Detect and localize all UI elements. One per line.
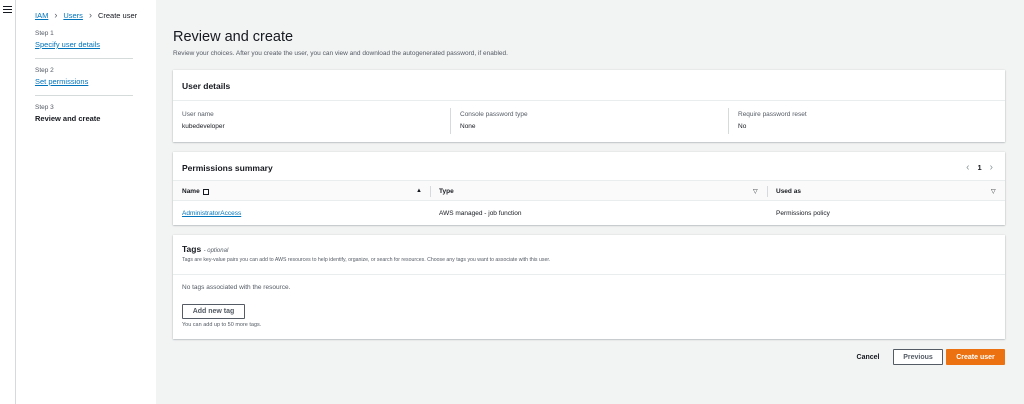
tags-heading-label: Tags	[182, 244, 202, 254]
column-header-label: Name	[182, 188, 200, 195]
user-details-card: User details User name kubedeveloper Con…	[173, 70, 1005, 142]
wizard-step-2: Step 2 Set permissions	[35, 67, 135, 86]
column-header-label: Used as	[776, 188, 801, 195]
field-label-console-password-type: Console password type	[460, 111, 528, 118]
external-link-icon	[202, 188, 209, 195]
column-header-name[interactable]: Name	[173, 181, 429, 202]
wizard-sidebar	[16, 0, 156, 404]
tags-empty-message: No tags associated with the resource.	[182, 284, 291, 291]
column-divider	[450, 108, 451, 134]
sort-ascending-icon[interactable]: ▲	[416, 188, 422, 194]
table-cell-type: AWS managed - job function	[439, 210, 522, 217]
breadcrumb-iam[interactable]: IAM	[35, 11, 48, 20]
step-number: Step 3	[35, 104, 54, 111]
field-label-require-password-reset: Require password reset	[738, 111, 807, 118]
add-new-tag-button[interactable]: Add new tag	[182, 304, 245, 319]
step-divider	[35, 58, 133, 59]
field-value-user-name: kubedeveloper	[182, 123, 225, 130]
card-divider	[173, 100, 1005, 101]
left-rail	[0, 0, 16, 404]
permissions-summary-card: Permissions summary ‹ 1 › Name ▲ Type ▽ …	[173, 152, 1005, 225]
column-header-label: Type	[439, 188, 454, 195]
sort-icon[interactable]: ▽	[991, 188, 996, 195]
permissions-heading: Permissions summary	[182, 163, 273, 173]
chevron-right-icon[interactable]: ›	[988, 162, 995, 173]
wizard-step-3: Step 3 Review and create	[35, 104, 135, 123]
field-label-user-name: User name	[182, 111, 214, 118]
table-cell-used-as: Permissions policy	[776, 210, 830, 217]
step-number: Step 2	[35, 67, 54, 74]
menu-icon[interactable]	[3, 6, 12, 14]
chevron-right-icon: ›	[54, 10, 58, 20]
optional-label: - optional	[203, 248, 229, 254]
page-number[interactable]: 1	[977, 163, 981, 172]
pagination: ‹ 1 ›	[964, 162, 995, 173]
wizard-step-1: Step 1 Specify user details	[35, 30, 135, 49]
tags-limit-note: You can add up to 50 more tags.	[182, 322, 262, 328]
create-user-button[interactable]: Create user	[946, 349, 1005, 365]
tags-card: Tags - optional Tags are key-value pairs…	[173, 235, 1005, 339]
previous-button[interactable]: Previous	[893, 349, 943, 365]
field-value-require-password-reset: No	[738, 123, 747, 130]
sort-icon[interactable]: ▽	[753, 188, 758, 195]
column-header-used-as[interactable]: Used as	[767, 181, 997, 202]
card-divider	[173, 274, 1005, 275]
breadcrumb-current: Create user	[97, 10, 138, 20]
chevron-left-icon[interactable]: ‹	[964, 162, 971, 173]
step-link-set-permissions[interactable]: Set permissions	[35, 77, 135, 86]
step-divider	[35, 95, 133, 96]
breadcrumb: IAM › Users › Create user	[35, 10, 137, 20]
breadcrumb-users[interactable]: Users	[63, 11, 83, 20]
page-title: Review and create	[173, 29, 294, 45]
page-subtitle: Review your choices. After you create th…	[173, 50, 508, 57]
column-divider	[728, 108, 729, 134]
step-current-label: Review and create	[35, 114, 101, 123]
cancel-button[interactable]: Cancel	[850, 349, 886, 365]
step-number: Step 1	[35, 30, 54, 37]
step-link-specify-user-details[interactable]: Specify user details	[35, 40, 135, 49]
chevron-right-icon: ›	[88, 10, 92, 20]
table-header: Name ▲ Type ▽ Used as ▽	[173, 180, 1005, 201]
field-value-console-password-type: None	[460, 123, 476, 130]
tags-heading: Tags - optional	[182, 244, 228, 254]
policy-link-administratoraccess[interactable]: AdministratorAccess	[182, 210, 241, 217]
column-header-type[interactable]: Type	[430, 181, 767, 202]
table-cell-name: AdministratorAccess	[182, 210, 241, 217]
tags-description: Tags are key-value pairs you can add to …	[182, 257, 551, 263]
user-details-heading: User details	[182, 81, 231, 91]
